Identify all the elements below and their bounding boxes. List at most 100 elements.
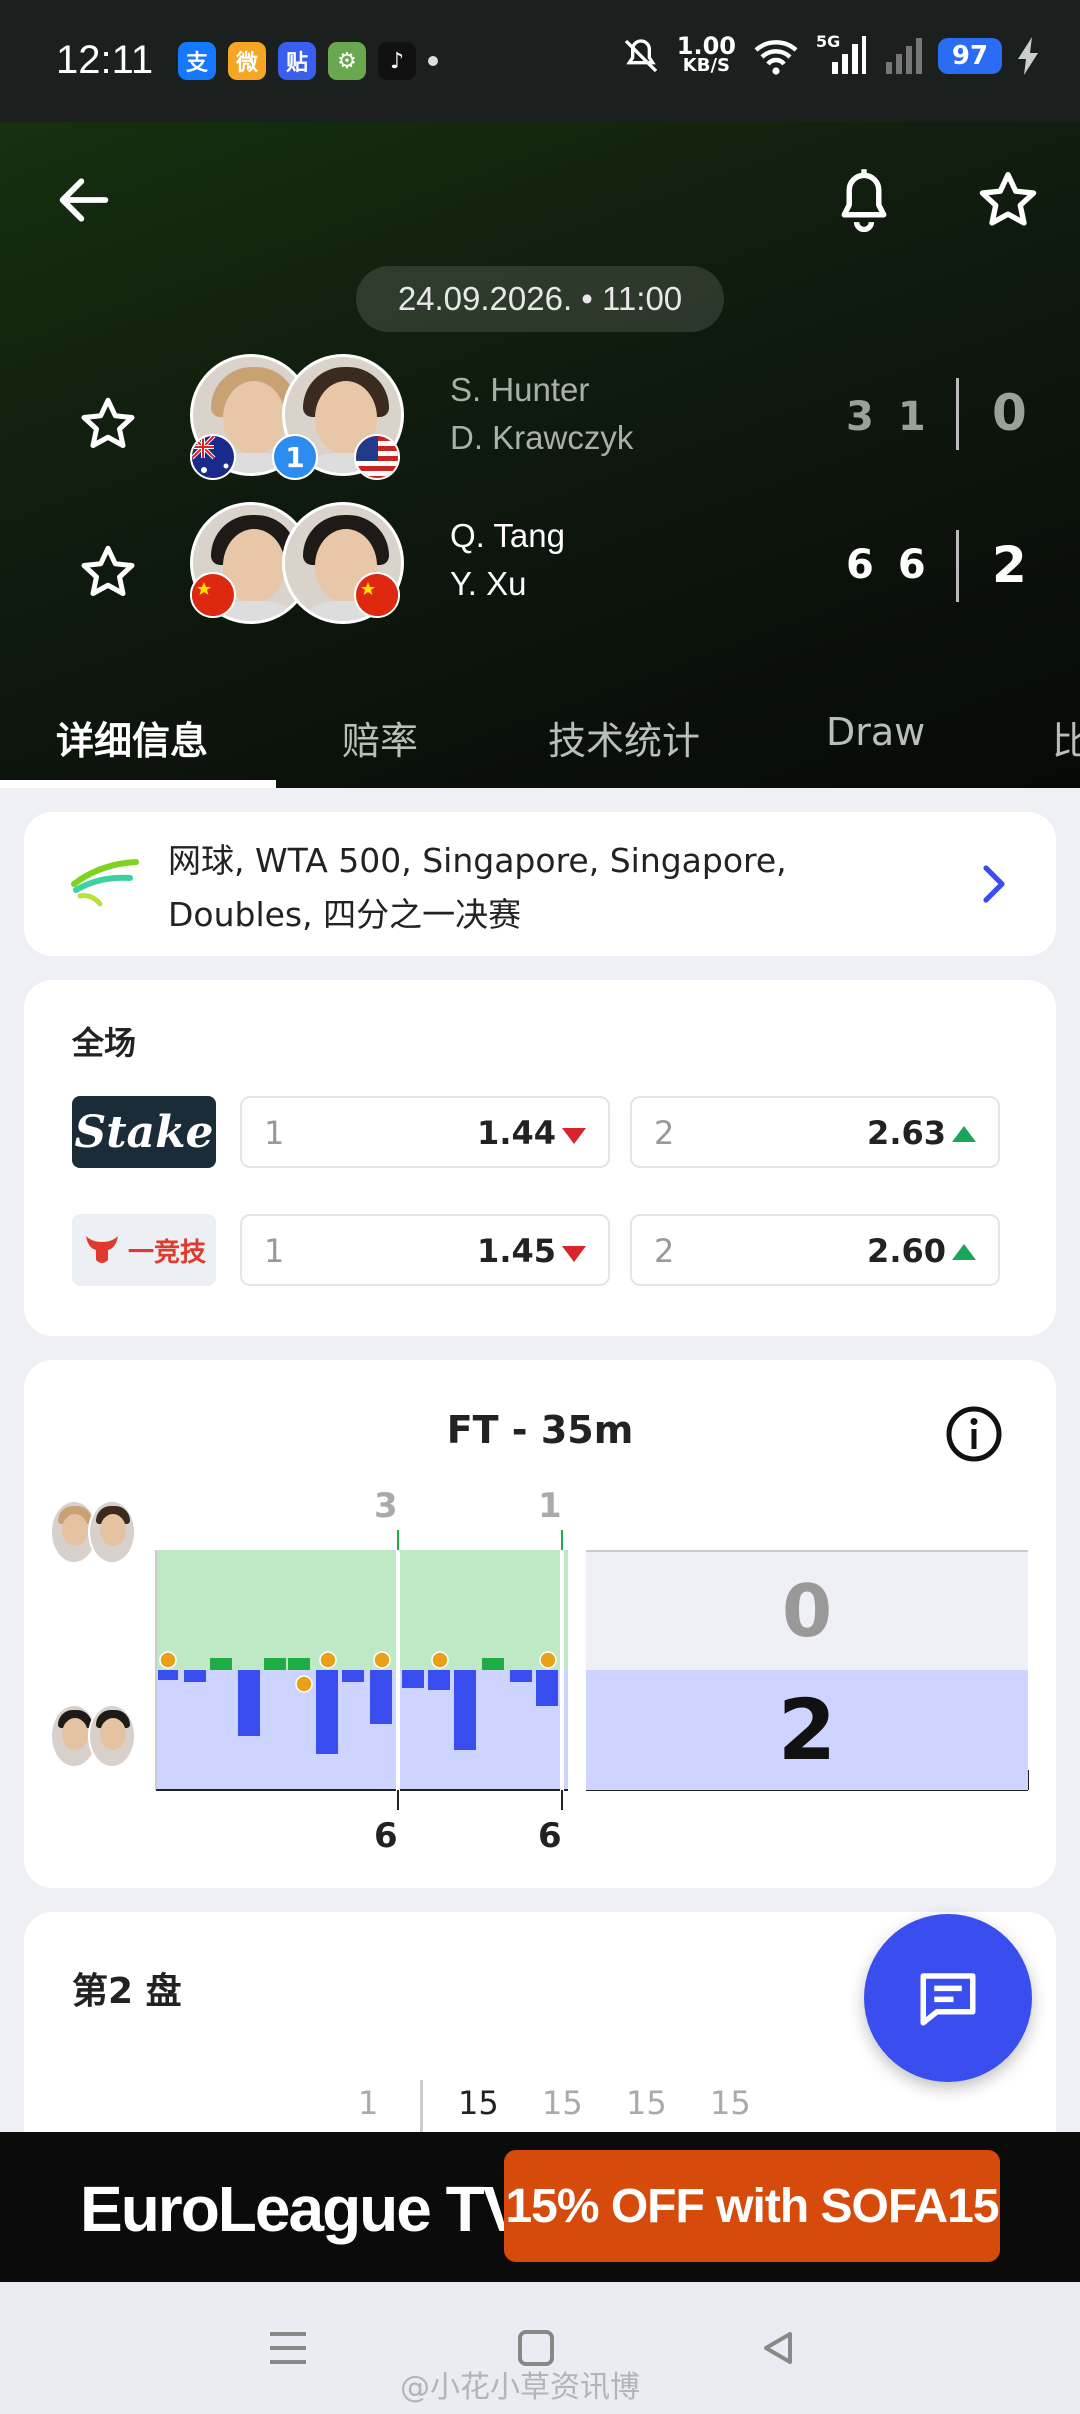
tab-statistics[interactable]: 技术统计 bbox=[548, 710, 700, 765]
net-speed-value: 1.00 bbox=[676, 32, 736, 60]
tab-odds[interactable]: 赔率 bbox=[342, 710, 418, 765]
odds-value: 2.60 bbox=[867, 1232, 946, 1270]
player-name: Q. Tang bbox=[450, 517, 565, 554]
alipay-icon: 支 bbox=[178, 42, 216, 80]
set-score: 6 bbox=[846, 542, 874, 588]
bull-icon bbox=[85, 1236, 118, 1263]
team-row-away: Q. Tang Y. Xu 6 6 2 bbox=[0, 502, 1080, 632]
chat-button[interactable] bbox=[864, 1914, 1032, 2082]
seed-badge: 1 bbox=[272, 434, 318, 480]
status-bar: 12:11 支 微 贴 ⚙ ♪ 1.00 KB/S 5G 97 bbox=[0, 0, 1080, 122]
set2-title: 第2 盘 bbox=[72, 1971, 182, 2012]
set-score: 1 bbox=[897, 394, 926, 440]
china-flag-icon bbox=[354, 572, 400, 618]
team-home-names[interactable]: S. Hunter D. Krawczyk bbox=[450, 366, 633, 462]
back-nav-button[interactable] bbox=[748, 2318, 808, 2378]
league-info: 网球, WTA 500, Singapore, Singapore, Doubl… bbox=[168, 834, 787, 942]
watermark: @小花小草资讯博 bbox=[400, 2370, 640, 2405]
away-momentum-area bbox=[156, 1670, 568, 1790]
net-speed: 1.00 KB/S bbox=[676, 32, 736, 76]
favorite-team-home-button[interactable] bbox=[68, 384, 148, 464]
chevron-right-icon bbox=[983, 865, 1005, 903]
odds-down-arrow-icon bbox=[562, 1246, 586, 1262]
team-home-set-scores: 3 1 bbox=[846, 394, 926, 440]
league-card[interactable]: 网球, WTA 500, Singapore, Singapore, Doubl… bbox=[24, 812, 1056, 956]
chat-icon bbox=[920, 1973, 976, 2026]
set-score: 3 bbox=[846, 394, 874, 440]
point-score: 15 bbox=[542, 2084, 583, 2122]
game-app-icon: ⚙ bbox=[328, 42, 366, 80]
wifi-icon bbox=[754, 40, 798, 75]
status-time: 12:11 bbox=[56, 38, 154, 82]
home-sets-summary: 0 bbox=[586, 1550, 1028, 1670]
momentum-card: FT - 35m 3 1 6 6 0 2 bbox=[24, 1360, 1056, 1888]
recent-apps-button[interactable] bbox=[258, 2318, 318, 2378]
point-score: 1 bbox=[358, 2084, 379, 2122]
home-momentum-area bbox=[156, 1550, 568, 1670]
star-icon bbox=[81, 545, 135, 596]
team-away-set-scores: 6 6 bbox=[846, 542, 926, 588]
tab-details[interactable]: 详细信息 bbox=[56, 710, 208, 765]
mute-icon bbox=[624, 39, 657, 73]
away-sets-summary: 2 bbox=[586, 1670, 1028, 1790]
score-divider bbox=[956, 378, 959, 450]
odds-button-home[interactable]: 1 1.45 bbox=[240, 1214, 610, 1286]
favorite-team-away-button[interactable] bbox=[68, 532, 148, 612]
points-divider bbox=[420, 2080, 423, 2140]
china-flag-icon bbox=[190, 572, 236, 618]
charging-icon bbox=[1018, 37, 1038, 75]
team-row-home: 1 S. Hunter D. Krawczyk 3 1 0 bbox=[0, 354, 1080, 484]
star-icon bbox=[979, 172, 1037, 226]
star-icon bbox=[81, 397, 135, 448]
set-score: 6 bbox=[897, 542, 926, 588]
tab-more[interactable]: 比 bbox=[1052, 710, 1080, 765]
match-tabs: 详细信息 赔率 技术统计 Draw 比 bbox=[0, 682, 1080, 788]
odds-button-away[interactable]: 2 2.60 bbox=[630, 1214, 1000, 1286]
odds-selection: 2 bbox=[654, 1232, 675, 1270]
player-name: Y. Xu bbox=[450, 565, 527, 602]
ad-cta-button[interactable]: 15% OFF with SOFA15 bbox=[504, 2150, 1000, 2262]
active-tab-indicator bbox=[0, 780, 276, 788]
back-button[interactable] bbox=[44, 160, 124, 240]
signal-weak-icon bbox=[886, 38, 922, 74]
favorite-match-button[interactable] bbox=[968, 160, 1048, 240]
point-score: 15 bbox=[710, 2084, 751, 2122]
battery-indicator: 97 bbox=[938, 38, 1002, 74]
odds-selection: 1 bbox=[264, 1114, 285, 1152]
more-notifications-dot bbox=[428, 56, 438, 66]
stake-logo[interactable]: Stake bbox=[72, 1096, 216, 1168]
player-name: S. Hunter bbox=[450, 371, 590, 408]
match-date-time: 24.09.2026. • 11:00 bbox=[356, 266, 724, 332]
menu-icon bbox=[270, 2332, 306, 2364]
usa-flag-icon bbox=[354, 434, 400, 480]
weibo-icon: 微 bbox=[228, 42, 266, 80]
odds-selection: 1 bbox=[264, 1232, 285, 1270]
odds-selection: 2 bbox=[654, 1114, 675, 1152]
odds-button-away[interactable]: 2 2.63 bbox=[630, 1096, 1000, 1168]
odds-section-title: 全场 bbox=[72, 1024, 137, 1062]
yijingji-logo[interactable]: 一竞技 bbox=[72, 1214, 216, 1286]
set2-home-games: 1 bbox=[538, 1486, 562, 1526]
net-speed-unit: KB/S bbox=[682, 55, 730, 76]
odds-button-home[interactable]: 1 1.44 bbox=[240, 1096, 610, 1168]
league-line2: Doubles, 四分之一决赛 bbox=[168, 895, 522, 934]
signal-5g-icon: 5G bbox=[816, 32, 866, 76]
tiktok-icon: ♪ bbox=[378, 42, 416, 80]
bookmaker-name: Stake bbox=[74, 1106, 214, 1158]
tieba-icon: 贴 bbox=[278, 42, 316, 80]
set2-away-games: 6 bbox=[538, 1816, 562, 1856]
network-type: 5G bbox=[816, 32, 841, 51]
odds-up-arrow-icon bbox=[952, 1126, 976, 1142]
ad-banner[interactable]: EuroLeague TV 15% OFF with SOFA15 bbox=[0, 2132, 1080, 2282]
tab-draw[interactable]: Draw bbox=[826, 710, 925, 754]
point-score: 15 bbox=[458, 2084, 499, 2122]
odds-value: 2.63 bbox=[867, 1114, 946, 1152]
odds-value: 1.45 bbox=[477, 1232, 556, 1270]
australia-flag-icon bbox=[190, 434, 236, 480]
team-home-sets-won: 0 bbox=[992, 384, 1027, 442]
odds-up-arrow-icon bbox=[952, 1244, 976, 1260]
team-away-names[interactable]: Q. Tang Y. Xu bbox=[450, 512, 565, 608]
odds-value: 1.44 bbox=[477, 1114, 556, 1152]
notification-bell-button[interactable] bbox=[824, 160, 904, 240]
triangle-back-icon bbox=[764, 2332, 792, 2364]
